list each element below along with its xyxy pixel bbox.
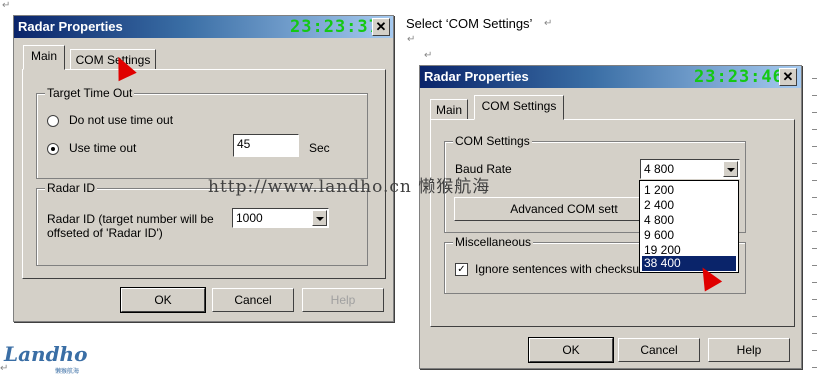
tab-main[interactable]: Main (23, 45, 65, 70)
chevron-down-icon[interactable] (723, 161, 738, 177)
right-radar-properties-dialog: Radar Properties 23:23:46 ✕ Main COM Set… (419, 65, 802, 369)
watermark-text: http://www.landho.cn 懒猴航海 (208, 177, 491, 197)
radio-use-timeout[interactable] (47, 143, 59, 155)
close-button[interactable]: ✕ (372, 18, 390, 36)
dialog-title: Radar Properties (424, 69, 529, 84)
clock-display: 23:23:37 (290, 17, 380, 37)
baud-option[interactable]: 2 400 (642, 198, 736, 213)
return-mark: ↵ (2, 0, 11, 11)
group-legend: Miscellaneous (453, 235, 534, 249)
help-button[interactable]: Help (302, 288, 384, 312)
baud-option[interactable]: 9 600 (642, 228, 736, 243)
target-time-out-group: Target Time Out Do not use time out Use … (36, 86, 368, 179)
landho-logo-sub: 懒猴航海 (55, 369, 80, 375)
group-legend: COM Settings (453, 134, 532, 148)
tab-panel: COM Settings Baud Rate 4 800 Advanced CO… (430, 119, 795, 327)
title-bar[interactable]: Radar Properties 23:23:46 ✕ (420, 66, 801, 88)
close-icon: ✕ (375, 19, 387, 34)
timeout-input[interactable]: 45 (233, 134, 299, 157)
timeout-unit-label: Sec (309, 141, 330, 155)
dialog-title: Radar Properties (18, 19, 123, 34)
baud-option[interactable]: 1 200 (642, 183, 736, 198)
baud-rate-select[interactable]: 4 800 (640, 159, 740, 179)
ok-button[interactable]: OK (528, 337, 614, 363)
left-radar-properties-dialog: Radar Properties 23:23:37 ✕ Main COM Set… (13, 15, 394, 322)
group-legend: Target Time Out (45, 86, 135, 100)
baud-rate-value: 4 800 (644, 162, 675, 176)
return-mark: ↵ (407, 34, 416, 45)
radar-id-value: 1000 (236, 211, 263, 225)
radio-use-timeout-label: Use time out (69, 141, 137, 155)
radio-no-timeout[interactable] (47, 115, 59, 127)
return-mark: ↵ (544, 18, 553, 29)
cancel-button[interactable]: Cancel (618, 338, 700, 362)
radar-id-group: Radar ID Radar ID (target number will be… (36, 181, 368, 266)
baud-rate-dropdown-list[interactable]: 1 200 2 400 4 800 9 600 19 200 38 400 (639, 180, 739, 273)
baud-option-selected[interactable]: 38 400 (642, 256, 736, 271)
ok-button[interactable]: OK (120, 287, 206, 313)
instruction-text: Select ‘COM Settings’ (406, 16, 533, 31)
group-legend: Radar ID (45, 181, 98, 195)
radio-no-timeout-label: Do not use time out (69, 113, 174, 127)
return-mark: ↵ (424, 50, 433, 61)
radar-id-select[interactable]: 1000 (232, 208, 329, 228)
margin-marks (812, 78, 817, 373)
title-bar[interactable]: Radar Properties 23:23:37 ✕ (14, 16, 393, 38)
radar-id-label-line1: Radar ID (target number will be (47, 212, 214, 226)
chevron-down-icon[interactable] (312, 210, 327, 226)
ignore-checksum-checkbox[interactable]: ✓ (455, 263, 468, 276)
close-icon: ✕ (782, 69, 794, 84)
cancel-button[interactable]: Cancel (212, 288, 294, 312)
tab-main[interactable]: Main (430, 99, 468, 121)
close-button[interactable]: ✕ (779, 68, 797, 86)
baud-option[interactable]: 4 800 (642, 213, 736, 228)
tab-com-settings[interactable]: COM Settings (474, 95, 564, 120)
landho-logo: Landho (4, 342, 88, 366)
clock-display: 23:23:46 (694, 67, 784, 87)
radar-id-label-line2: offseted of 'Radar ID') (47, 226, 163, 240)
help-button[interactable]: Help (708, 338, 790, 362)
